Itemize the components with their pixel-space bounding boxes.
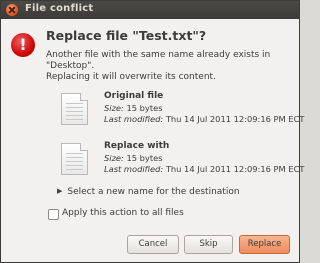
original-file-heading: Original file	[104, 91, 164, 101]
replacement-file-heading: Replace with	[104, 141, 170, 151]
dialog-heading: Replace file "Test.txt"?	[46, 28, 207, 43]
apply-all-label[interactable]: Apply this action to all files	[62, 208, 184, 218]
replace-button[interactable]: Replace	[239, 235, 290, 254]
replacement-modified: Last modified: Thu 14 Jul 2011 12:09:16 …	[104, 164, 305, 174]
message-line-2: "Desktop".	[46, 61, 95, 71]
replacement-size: Size: 15 bytes	[104, 153, 163, 163]
cancel-button[interactable]: Cancel	[127, 235, 179, 254]
text-file-icon	[61, 143, 88, 175]
message-line-1: Another file with the same name already …	[46, 50, 271, 60]
text-file-icon	[61, 93, 88, 125]
original-size: Size: 15 bytes	[104, 103, 163, 113]
original-modified: Last modified: Thu 14 Jul 2011 12:09:16 …	[104, 114, 305, 124]
skip-button[interactable]: Skip	[184, 235, 233, 254]
file-conflict-dialog: File conflict ! Replace file "Test.txt"?…	[0, 0, 304, 263]
close-icon[interactable]	[6, 4, 18, 16]
window-title: File conflict	[25, 3, 94, 14]
message-line-3: Replacing it will overwrite its content.	[46, 72, 216, 82]
title-bar[interactable]: File conflict	[1, 1, 299, 19]
triangle-right-icon: ▶	[57, 187, 63, 195]
expander-label: Select a new name for the destination	[67, 187, 240, 197]
rename-expander[interactable]: ▶ Select a new name for the destination	[57, 187, 240, 197]
apply-all-checkbox[interactable]	[48, 209, 59, 220]
error-icon: !	[11, 33, 35, 57]
